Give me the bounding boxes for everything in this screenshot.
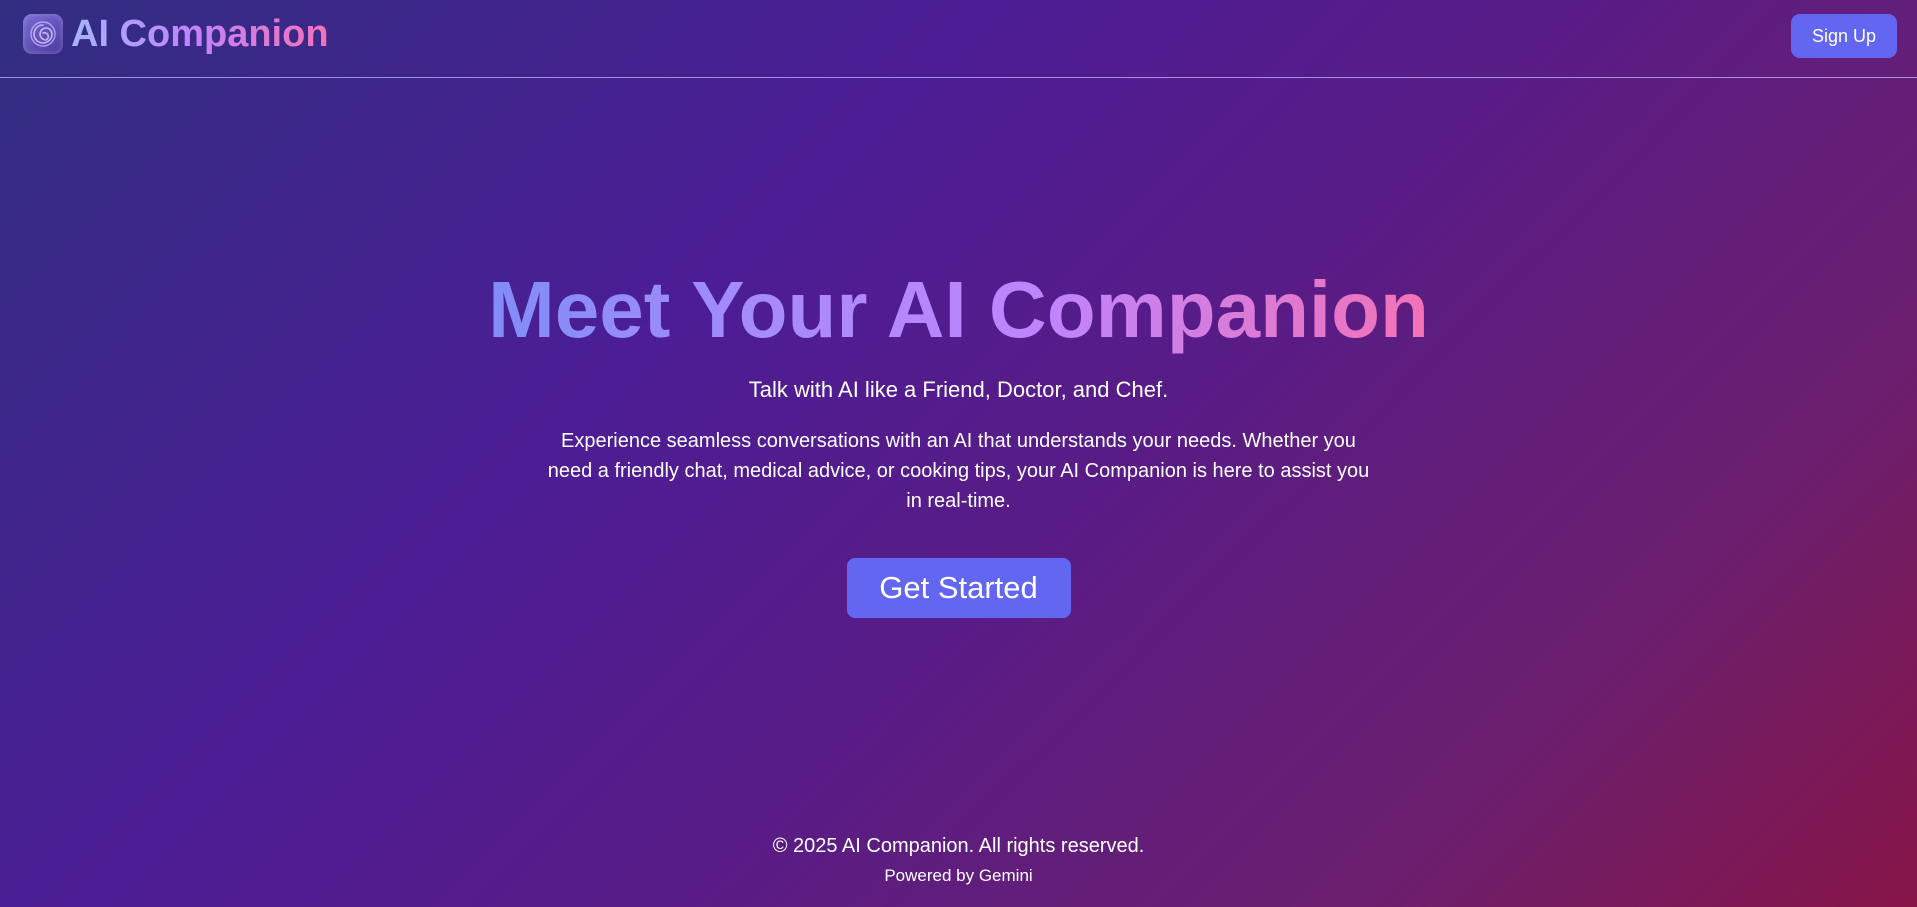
footer: © 2025 AI Companion. All rights reserved… [0, 833, 1917, 887]
get-started-button[interactable]: Get Started [846, 558, 1071, 618]
sign-up-button[interactable]: Sign Up [1791, 14, 1897, 58]
hero-subtitle: Talk with AI like a Friend, Doctor, and … [748, 377, 1169, 402]
spiral-logo-icon [23, 14, 63, 54]
brand-name: AI Companion [71, 13, 329, 55]
hero-description: Experience seamless conversations with a… [547, 430, 1370, 512]
hero-title: Meet Your AI Companion [488, 260, 1429, 360]
brand[interactable]: AI Companion [23, 14, 329, 54]
powered-by-text: Powered by Gemini [884, 866, 1033, 885]
hero-section: Meet Your AI Companion Talk with AI like… [0, 260, 1917, 618]
top-navbar: AI Companion Sign Up [0, 0, 1917, 78]
copyright-text: © 2025 AI Companion. All rights reserved… [772, 835, 1145, 857]
